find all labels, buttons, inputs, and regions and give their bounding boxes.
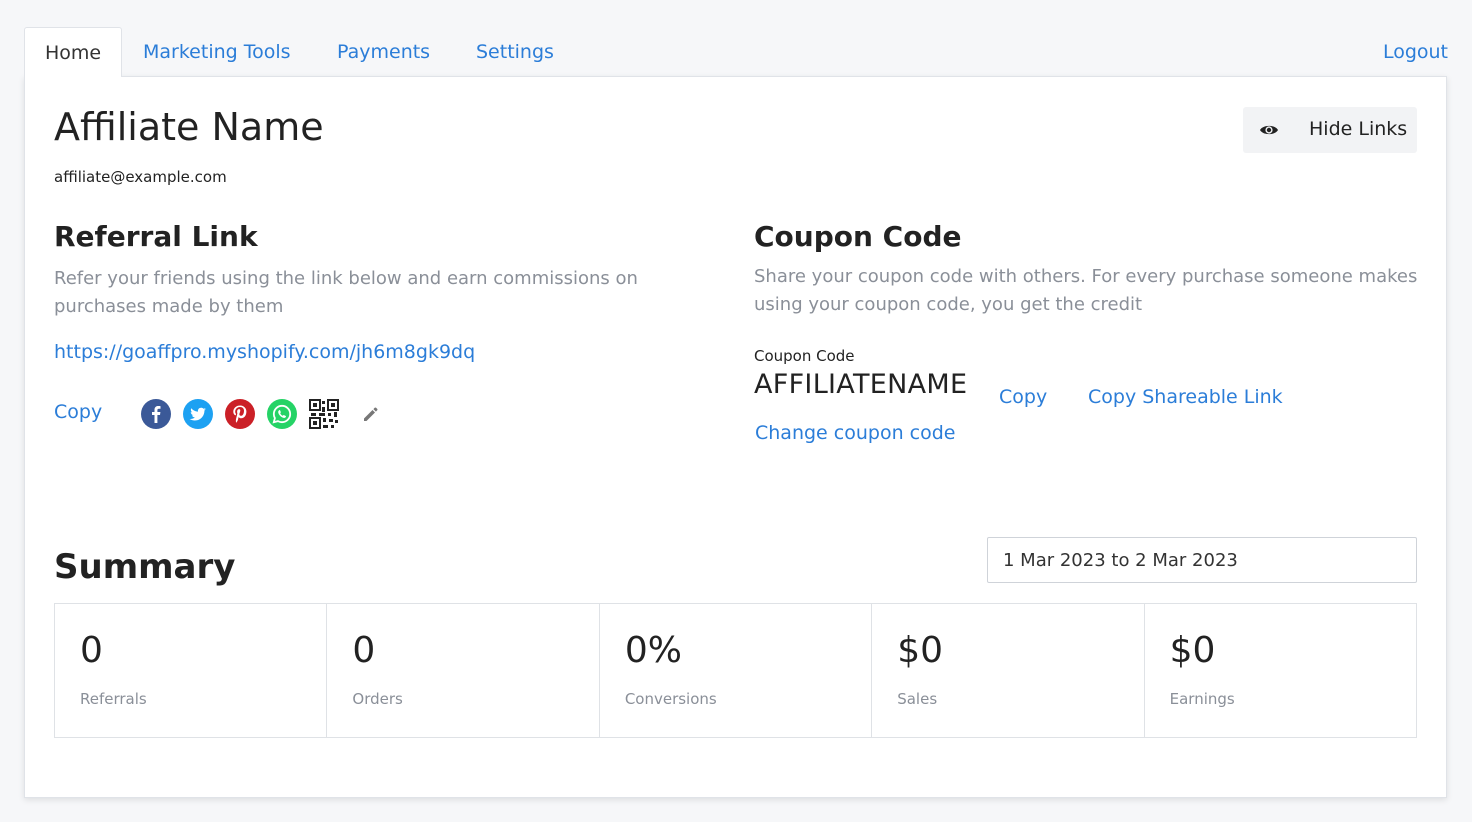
stat-earnings: $0 Earnings — [1145, 604, 1416, 737]
home-panel: Affiliate Name affiliate@example.com Hid… — [24, 76, 1447, 798]
referral-description: Refer your friends using the link below … — [54, 268, 638, 317]
summary-stats: 0 Referrals 0 Orders 0% Conversions $0 S… — [54, 603, 1417, 738]
copy-referral-link-button[interactable]: Copy — [54, 401, 102, 423]
stat-value: 0 — [352, 630, 376, 671]
tab-bar: Home Marketing Tools Payments Settings L… — [24, 27, 1448, 77]
hide-links-button[interactable]: Hide Links — [1243, 107, 1417, 153]
stat-value: 0% — [624, 630, 682, 671]
stat-sales: $0 Sales — [872, 604, 1145, 737]
whatsapp-icon[interactable] — [267, 399, 297, 429]
stat-referrals: 0 Referrals — [55, 604, 328, 737]
coupon-description: Share your coupon code with others. For … — [754, 266, 1418, 315]
pinterest-icon[interactable] — [225, 399, 255, 429]
coupon-code-value: AFFILIATENAME — [754, 369, 968, 400]
stat-conversions: 0% Conversions — [600, 604, 873, 737]
stat-value: $0 — [1169, 630, 1216, 671]
facebook-icon[interactable] — [141, 399, 171, 429]
change-coupon-code-link[interactable]: Change coupon code — [755, 422, 955, 444]
affiliate-name: Affiliate Name — [54, 105, 324, 149]
hide-links-label: Hide Links — [1309, 118, 1408, 140]
stat-label: Sales — [897, 690, 938, 708]
tab-home[interactable]: Home — [24, 27, 122, 77]
coupon-code-heading: Coupon Code — [754, 220, 962, 253]
coupon-code-label: Coupon Code — [754, 347, 855, 365]
logout-link[interactable]: Logout — [1383, 27, 1448, 77]
stat-label: Orders — [352, 690, 403, 708]
copy-shareable-link-button[interactable]: Copy Shareable Link — [1088, 386, 1283, 408]
date-range-input[interactable] — [987, 537, 1417, 583]
stat-label: Conversions — [624, 690, 717, 708]
referral-link[interactable]: https://goaffpro.myshopify.com/jh6m8gk9d… — [54, 341, 475, 363]
qr-code-icon[interactable] — [309, 399, 339, 429]
stat-value: $0 — [897, 630, 944, 671]
eye-icon — [1259, 122, 1279, 138]
affiliate-dashboard: Home Marketing Tools Payments Settings L… — [0, 0, 1472, 822]
tab-payments[interactable]: Payments — [337, 27, 430, 77]
stat-orders: 0 Orders — [327, 604, 600, 737]
stat-value: 0 — [80, 630, 103, 671]
affiliate-email: affiliate@example.com — [54, 168, 227, 186]
copy-coupon-button[interactable]: Copy — [999, 386, 1047, 408]
stat-label: Referrals — [80, 690, 147, 708]
twitter-icon[interactable] — [183, 399, 213, 429]
referral-link-heading: Referral Link — [54, 220, 258, 253]
stat-label: Earnings — [1169, 690, 1235, 708]
summary-heading: Summary — [54, 547, 236, 587]
pencil-icon[interactable] — [361, 405, 379, 423]
tab-settings[interactable]: Settings — [476, 27, 554, 77]
tab-marketing-tools[interactable]: Marketing Tools — [143, 27, 291, 77]
